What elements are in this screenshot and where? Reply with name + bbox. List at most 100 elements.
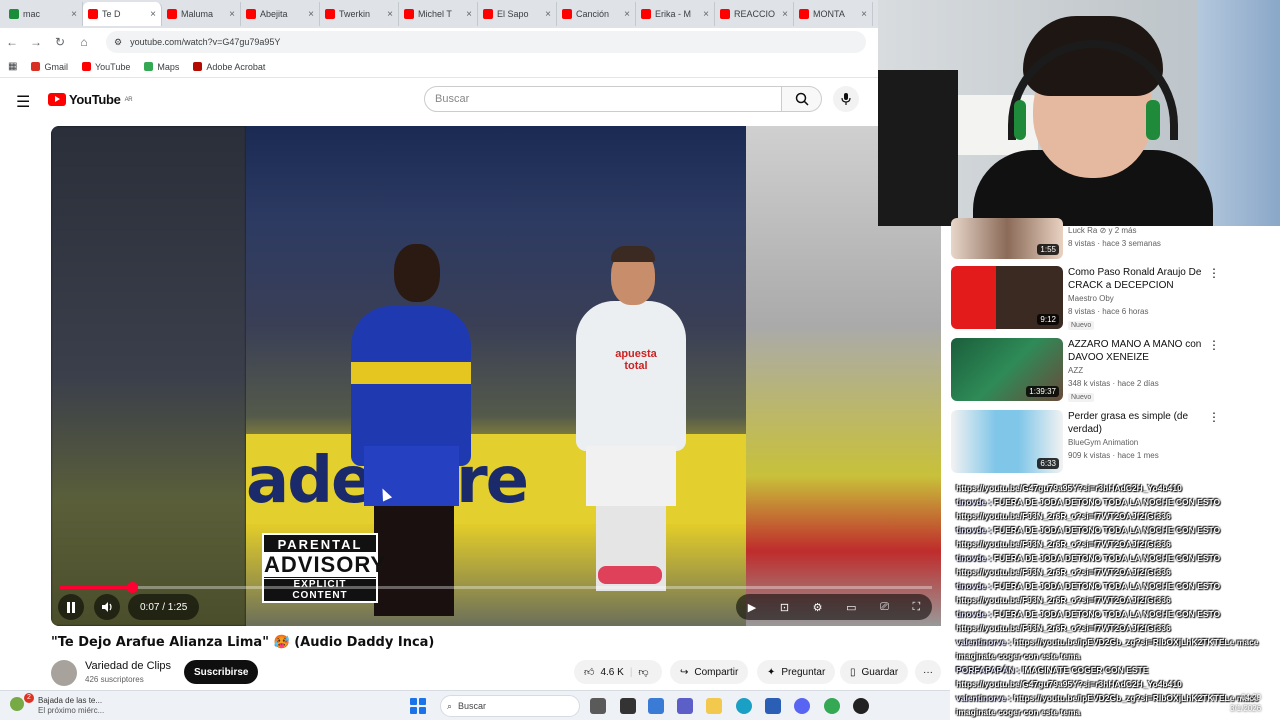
home-icon[interactable]: ⌂ [72,35,96,49]
subtitles-icon[interactable]: ⊡ [780,601,789,614]
browser-tab[interactable]: Canción × [557,2,636,26]
dislike-icon[interactable]: 👎︎ [638,666,648,678]
obs-icon[interactable] [853,698,869,714]
search-input[interactable]: Buscar [424,86,782,112]
recommended-video[interactable]: 1:39:37 AZZARO MANO A MANO con DAVOO XENE… [950,338,1280,406]
edge-icon[interactable] [736,698,752,714]
url-field[interactable]: ⚙ youtube.com/watch?v=G47gu79a95Y [106,31,866,53]
recommended-video[interactable]: 6:33 Perder grasa es simple (de verdad) Bl… [950,410,1280,478]
volume-button[interactable] [94,594,120,620]
taskbar-search[interactable]: ⌕ Buscar [440,695,580,717]
more-actions-button[interactable]: ··· [915,660,941,684]
browser-tab[interactable]: Te D × [83,2,162,26]
video-channel[interactable]: Maestro Oby [1068,294,1114,303]
more-vert-icon[interactable]: ⋮ [1208,338,1220,352]
progress-fill [60,586,132,589]
tab-close-icon[interactable]: × [387,9,393,20]
tab-close-icon[interactable]: × [861,9,867,20]
browser-tab[interactable]: Michel T × [399,2,478,26]
bookmark-item[interactable]: Adobe Acrobat [193,62,265,72]
fullscreen-icon[interactable]: ⛶ [912,601,920,614]
copilot-icon[interactable] [648,698,664,714]
browser-tab[interactable]: Maluma × [162,2,241,26]
tab-close-icon[interactable]: × [150,9,156,20]
weather-widget[interactable]: 2 Bajada de las te... El próximo miérc..… [6,693,126,719]
forward-icon[interactable]: → [24,35,48,49]
voice-search-button[interactable] [833,86,859,112]
channel-avatar[interactable] [51,660,77,686]
chrome-icon[interactable] [824,698,840,714]
settings-gear-icon[interactable]: ⚙ [813,601,823,614]
recommended-video[interactable]: 9:12 Como Paso Ronald Araujo De CRACK a D… [950,266,1280,334]
more-vert-icon[interactable]: ⋮ [1208,410,1220,424]
browser-tab[interactable]: Abejita × [241,2,320,26]
tab-close-icon[interactable]: × [782,9,788,20]
browser-tab[interactable]: El Sapo × [478,2,557,26]
like-icon[interactable]: 👍︎ [584,666,594,678]
tab-close-icon[interactable]: × [466,9,472,20]
tab-label: Canción [576,9,610,19]
video-channel[interactable]: BlueGym Animation [1068,438,1138,447]
reload-icon[interactable]: ↻ [48,35,72,49]
tab-close-icon[interactable]: × [308,9,314,20]
browser-tab[interactable]: Twerkin × [320,2,399,26]
bookmark-label: Gmail [44,61,68,72]
cast-icon[interactable]: ⎚ [880,601,889,614]
video-title[interactable]: Perder grasa es simple (de verdad) [1068,410,1208,436]
widgets-icon[interactable] [620,698,636,714]
youtube-logo[interactable]: YouTube AR [48,92,133,107]
subscribe-button[interactable]: Suscribirse [184,660,259,684]
video-duration: 1:39:37 [1026,386,1059,397]
teams-icon[interactable] [677,698,693,714]
tab-close-icon[interactable]: × [229,9,235,20]
like-count[interactable]: 4.6 K [600,667,623,678]
video-title[interactable]: Como Paso Ronald Araujo De CRACK a DECEP… [1068,266,1208,292]
apps-icon[interactable]: ▦ [8,61,17,72]
chat-message: https://youtu.be/G47gu79a95Y?si=r3hHAdC2… [956,679,1182,689]
channel-name[interactable]: Variedad de Clips [85,660,171,672]
tab-close-icon[interactable]: × [545,9,551,20]
pause-button[interactable] [58,594,84,620]
video-thumbnail[interactable]: 1:55 [951,218,1063,259]
video-thumbnail[interactable]: 1:39:37 [951,338,1063,401]
chat-line: PORFAPAPÁN : IMAGINATE COGER CON ESTE [956,665,1280,676]
time-display: 0:07 / 1:25 [128,594,200,620]
back-icon[interactable]: ← [0,35,24,49]
tab-close-icon[interactable]: × [624,9,630,20]
tab-close-icon[interactable]: × [703,9,709,20]
video-channel[interactable]: AZZ [1068,366,1083,375]
video-channel[interactable]: Luck Ra ⊘ y 2 más [1068,226,1137,235]
bookmark-item[interactable]: Maps [144,62,179,72]
autoplay-toggle-icon[interactable]: ▶ [748,601,756,614]
task-view-icon[interactable] [590,698,606,714]
store-icon[interactable] [765,698,781,714]
progress-scrubber[interactable] [126,582,138,593]
share-button[interactable]: ↪ Compartir [670,660,749,684]
file-explorer-icon[interactable] [706,698,722,714]
browser-tab[interactable]: mac × [4,2,83,26]
ask-button[interactable]: ✦ Preguntar [757,660,836,684]
browser-tab[interactable]: Erika - M × [636,2,715,26]
discord-icon[interactable] [794,698,810,714]
video-meta: 348 k vistas · hace 2 días [1068,379,1159,388]
browser-tab[interactable]: MONTA × [794,2,873,26]
search-button[interactable] [782,86,822,112]
player-alianza-hair [611,246,655,262]
more-vert-icon[interactable]: ⋮ [1208,266,1220,280]
tab-close-icon[interactable]: × [71,9,77,20]
video-thumbnail[interactable]: 9:12 [951,266,1063,329]
windows-start-icon[interactable] [410,698,426,714]
video-thumbnail[interactable]: 6:33 [951,410,1063,473]
bookmark-item[interactable]: YouTube [81,62,130,72]
video-title[interactable]: AZZARO MANO A MANO con DAVOO XENEIZE [1068,338,1208,364]
save-button[interactable]: ▯ Guardar [840,660,909,684]
site-info-icon[interactable]: ⚙ [114,37,122,48]
video-player[interactable]: adelibre apuesta total [51,126,941,626]
miniplayer-icon[interactable]: ▭ [846,601,856,614]
bookmark-item[interactable]: Gmail [31,62,68,72]
hamburger-menu-icon[interactable]: ☰ [16,92,30,112]
sparkle-icon: ✦ [767,666,776,678]
progress-bar[interactable] [60,582,932,593]
browser-tab[interactable]: REACCIO × [715,2,794,26]
webcam-chair [878,70,958,226]
